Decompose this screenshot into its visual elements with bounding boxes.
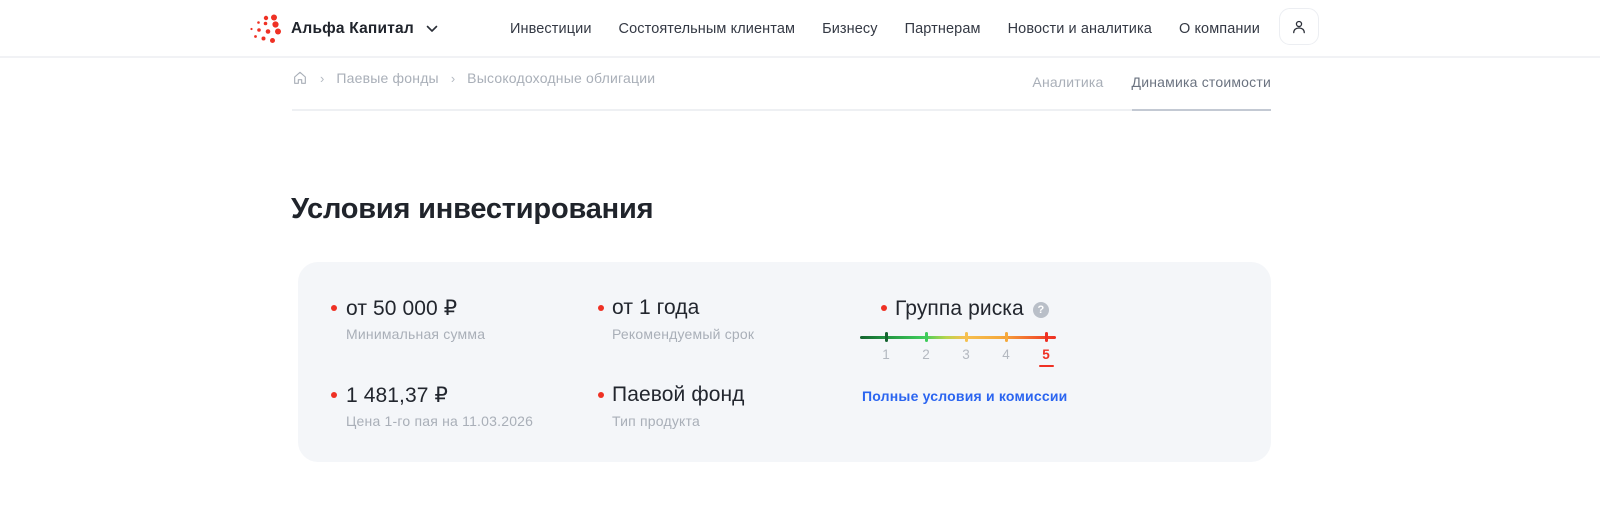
risk-tick-5 <box>1045 332 1048 342</box>
breadcrumb-item-funds[interactable]: Паевые фонды <box>336 70 438 86</box>
alfa-capital-dots-logo-icon <box>250 14 281 43</box>
brand-logo-menu[interactable]: Альфа Капитал <box>246 0 438 58</box>
product-type-label: Тип продукта <box>612 413 700 429</box>
nav-item-about[interactable]: О компании <box>1179 21 1260 37</box>
risk-group-header: Группа риска ? <box>895 297 1049 321</box>
risk-selected-underline <box>1039 365 1054 367</box>
nav-item-news-analytics[interactable]: Новости и аналитика <box>1008 21 1152 37</box>
bullet-icon <box>598 392 604 398</box>
unit-price-value: 1 481,37 ₽ <box>346 384 448 407</box>
risk-gradient-line <box>860 336 1056 339</box>
recommended-term-value: от 1 года <box>612 296 700 319</box>
bullet-icon <box>598 305 604 311</box>
page-title: Условия инвестирования <box>291 193 654 225</box>
help-icon[interactable]: ? <box>1032 302 1049 318</box>
nav-item-wealthy-clients[interactable]: Состоятельным клиентам <box>619 21 796 37</box>
risk-tick-2 <box>925 332 928 342</box>
breadcrumb-separator: › <box>320 70 325 86</box>
chevron-down-icon <box>426 25 438 33</box>
tab-price-dynamics[interactable]: Динамика стоимости <box>1132 74 1271 90</box>
recommended-term-label: Рекомендуемый срок <box>612 326 755 342</box>
main-navigation: Инвестиции Состоятельным клиентам Бизнес… <box>510 0 1260 58</box>
person-icon <box>1293 20 1305 33</box>
brand-name: Альфа Капитал <box>291 20 414 37</box>
risk-scale: 1 2 3 4 5 <box>860 332 1056 370</box>
breadcrumb-item-high-yield-bonds[interactable]: Высокодоходные облигации <box>467 70 655 86</box>
min-amount-value: от 50 000 ₽ <box>346 297 458 320</box>
bullet-icon <box>331 305 337 311</box>
risk-tick-3 <box>965 332 968 342</box>
account-button[interactable] <box>1279 8 1319 45</box>
full-terms-link[interactable]: Полные условия и комиссии <box>862 388 1067 404</box>
product-type-value: Паевой фонд <box>612 383 745 406</box>
min-amount-label: Минимальная сумма <box>346 326 486 342</box>
risk-level-4: 4 <box>1002 347 1010 362</box>
tab-analytics[interactable]: Аналитика <box>1032 74 1103 90</box>
nav-item-business[interactable]: Бизнесу <box>822 21 878 37</box>
subnav-divider <box>292 109 1271 111</box>
bullet-icon <box>881 305 887 311</box>
unit-price-label: Цена 1-го пая на 11.03.2026 <box>346 413 534 429</box>
investment-conditions-card: от 50 000 ₽ Минимальная сумма от 1 года … <box>298 262 1271 462</box>
section-tabs: Аналитика Динамика стоимости <box>1032 74 1271 90</box>
page: Альфа Капитал Инвестиции Состоятельным к… <box>0 0 1600 509</box>
risk-level-2: 2 <box>922 347 930 362</box>
bullet-icon <box>331 392 337 398</box>
nav-item-partners[interactable]: Партнерам <box>905 21 981 37</box>
risk-level-5-selected: 5 <box>1042 347 1050 362</box>
nav-item-investments[interactable]: Инвестиции <box>510 21 592 37</box>
risk-group-title: Группа риска <box>895 297 1024 320</box>
risk-tick-4 <box>1005 332 1008 342</box>
home-icon[interactable] <box>292 70 308 86</box>
risk-level-1: 1 <box>882 347 890 362</box>
active-tab-underline <box>1132 109 1271 111</box>
breadcrumb: › Паевые фонды › Высокодоходные облигаци… <box>292 70 655 86</box>
top-nav-bar: Альфа Капитал Инвестиции Состоятельным к… <box>0 0 1600 58</box>
risk-level-3: 3 <box>962 347 970 362</box>
breadcrumb-separator: › <box>450 70 456 86</box>
risk-tick-1 <box>885 332 888 342</box>
